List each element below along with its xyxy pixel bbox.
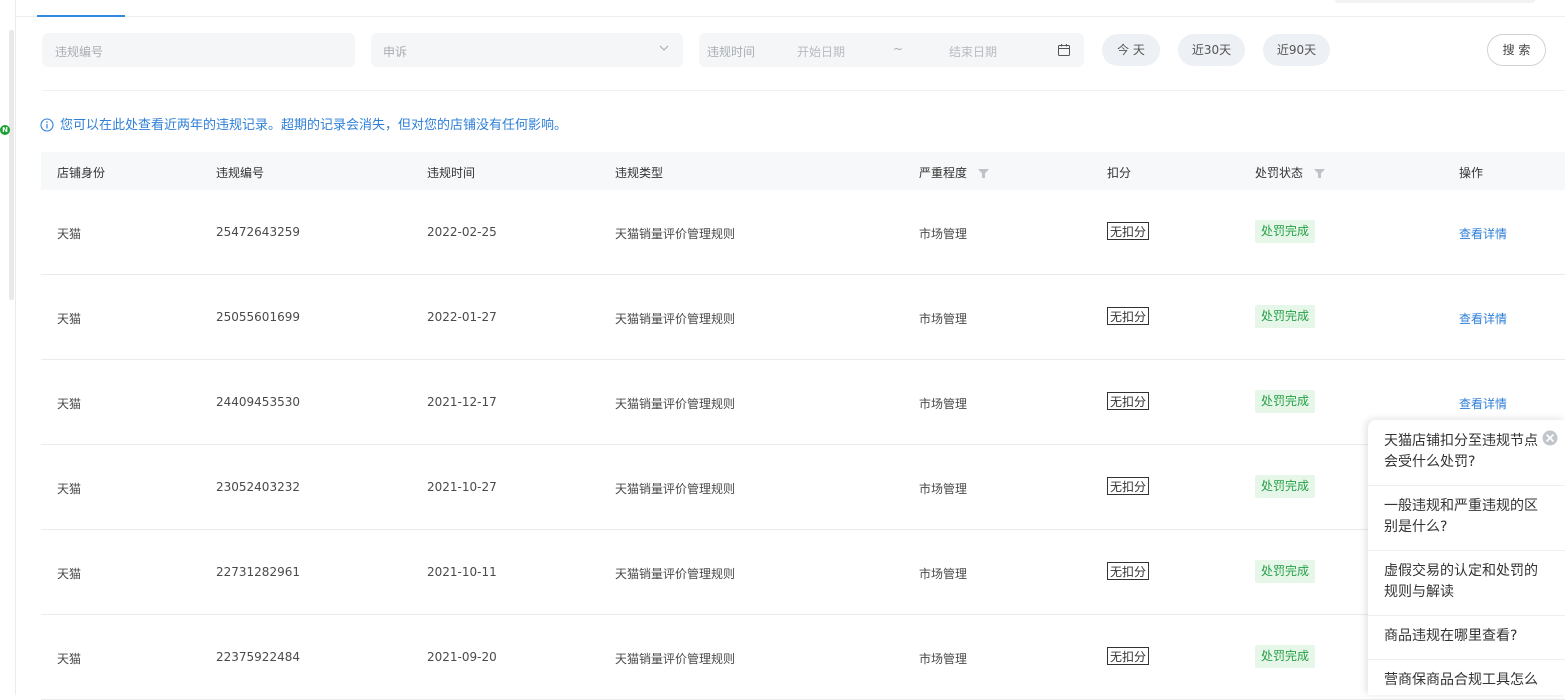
cell-code: 22375922484 (216, 650, 300, 664)
cell-severity: 市场管理 (919, 312, 968, 326)
view-detail-link[interactable]: 查看详情 (1459, 225, 1507, 242)
header-points: 扣分 (1107, 166, 1132, 180)
notice-text: 您可以在此处查看近两年的违规记录。超期的记录会消失，但对您的店铺没有任何影响。 (60, 118, 568, 133)
table-header: 店铺身份 违规编号 违规时间 违规类型 严重程度 扣分 处罚状态 操作 (41, 152, 1565, 190)
cell-identity: 天猫 (57, 312, 82, 326)
cell-identity: 天猫 (57, 397, 82, 411)
faq-panel: 天猫店铺扣分至违规节点会受什么处罚? 一般违规和严重违规的区别是什么? 虚假交易… (1368, 420, 1565, 695)
faq-item[interactable]: 虚假交易的认定和处罚的规则与解读 (1368, 551, 1565, 616)
cell-severity: 市场管理 (919, 652, 968, 666)
status-badge: 处罚完成 (1255, 390, 1316, 413)
cell-identity: 天猫 (57, 567, 82, 581)
cell-code: 23052403232 (216, 480, 300, 494)
header-type: 违规类型 (615, 166, 664, 180)
cell-type: 天猫销量评价管理规则 (615, 652, 736, 666)
cell-time: 2022-01-27 (427, 310, 497, 324)
cell-time: 2021-09-20 (427, 650, 497, 664)
cell-code: 24409453530 (216, 395, 300, 409)
top-right-panel-edge (1335, 0, 1535, 3)
violation-code-placeholder: 违规编号 (55, 45, 104, 59)
cell-type: 天猫销量评价管理规则 (615, 567, 736, 581)
info-notice: 您可以在此处查看近两年的违规记录。超期的记录会消失，但对您的店铺没有任何影响。 (40, 117, 567, 136)
info-icon (40, 118, 54, 132)
type-select-value: 申诉 (383, 45, 408, 59)
points-tag: 无扣分 (1107, 392, 1150, 410)
points-tag: 无扣分 (1107, 647, 1150, 665)
cell-severity: 市场管理 (919, 567, 968, 581)
status-badge: 处罚完成 (1255, 305, 1316, 328)
date-range-label: 违规时间 (707, 45, 756, 59)
cell-identity: 天猫 (57, 227, 82, 241)
table-row: 天猫 22731282961 2021-10-11 天猫销量评价管理规则 市场管… (41, 530, 1565, 615)
calendar-icon[interactable] (1057, 43, 1071, 57)
cell-time: 2021-10-27 (427, 480, 497, 494)
quick-90-days-button[interactable]: 近90天 (1263, 34, 1330, 66)
date-separator: ~ (893, 42, 904, 56)
end-date-input[interactable]: 结束日期 (949, 43, 997, 60)
table-row: 天猫 25472643259 2022-02-25 天猫销量评价管理规则 市场管… (41, 190, 1565, 275)
view-detail-link[interactable]: 查看详情 (1459, 395, 1507, 412)
table-row: 天猫 22375922484 2021-09-20 天猫销量评价管理规则 市场管… (41, 615, 1565, 700)
filter-divider (42, 90, 1565, 91)
faq-item[interactable]: 一般违规和严重违规的区别是什么? (1368, 486, 1565, 551)
points-tag: 无扣分 (1107, 562, 1150, 580)
cell-time: 2021-12-17 (427, 395, 497, 409)
header-identity: 店铺身份 (57, 166, 106, 180)
left-scrollbar[interactable] (9, 30, 14, 300)
table-row: 天猫 24409453530 2021-12-17 天猫销量评价管理规则 市场管… (41, 360, 1565, 445)
status-badge: 处罚完成 (1255, 220, 1316, 243)
faq-item[interactable]: 天猫店铺扣分至违规节点会受什么处罚? (1368, 420, 1565, 486)
chevron-down-icon (659, 45, 669, 51)
view-detail-link[interactable]: 查看详情 (1459, 310, 1507, 327)
header-code: 违规编号 (216, 166, 265, 180)
top-divider (15, 16, 1565, 17)
faq-item[interactable]: 商品违规在哪里查看? (1368, 616, 1565, 660)
header-severity: 严重程度 (919, 164, 989, 181)
header-status: 处罚状态 (1255, 164, 1325, 181)
header-time: 违规时间 (427, 166, 476, 180)
cell-type: 天猫销量评价管理规则 (615, 312, 736, 326)
cell-time: 2021-10-11 (427, 565, 497, 579)
violation-code-input[interactable]: 违规编号 (42, 33, 355, 67)
active-tab-indicator (37, 15, 125, 17)
header-action: 操作 (1459, 166, 1484, 180)
points-tag: 无扣分 (1107, 222, 1150, 240)
points-tag: 无扣分 (1107, 307, 1150, 325)
cell-severity: 市场管理 (919, 227, 968, 241)
cell-type: 天猫销量评价管理规则 (615, 227, 736, 241)
header-severity-label: 严重程度 (919, 166, 968, 180)
faq-item[interactable]: 营商保商品合规工具怎么 (1368, 660, 1565, 695)
cell-type: 天猫销量评价管理规则 (615, 397, 736, 411)
cell-severity: 市场管理 (919, 482, 968, 496)
header-status-label: 处罚状态 (1255, 166, 1304, 180)
new-badge: N (0, 125, 10, 135)
cell-code: 25055601699 (216, 310, 300, 324)
table-row: 天猫 23052403232 2021-10-27 天猫销量评价管理规则 市场管… (41, 445, 1565, 530)
cell-code: 22731282961 (216, 565, 300, 579)
cell-identity: 天猫 (57, 652, 82, 666)
filter-icon[interactable] (977, 169, 989, 178)
points-tag: 无扣分 (1107, 477, 1150, 495)
start-date-input[interactable]: 开始日期 (797, 43, 845, 60)
cell-code: 25472643259 (216, 225, 300, 239)
quick-30-days-button[interactable]: 近30天 (1178, 34, 1245, 66)
cell-severity: 市场管理 (919, 397, 968, 411)
status-badge: 处罚完成 (1255, 560, 1316, 583)
status-badge: 处罚完成 (1255, 475, 1316, 498)
table-row: 天猫 25055601699 2022-01-27 天猫销量评价管理规则 市场管… (41, 275, 1565, 360)
cell-identity: 天猫 (57, 482, 82, 496)
search-button[interactable]: 搜 索 (1487, 34, 1546, 66)
filter-icon[interactable] (1313, 169, 1325, 178)
cell-type: 天猫销量评价管理规则 (615, 482, 736, 496)
quick-today-button[interactable]: 今 天 (1102, 34, 1160, 66)
type-select[interactable]: 申诉 (371, 33, 683, 67)
cell-time: 2022-02-25 (427, 225, 497, 239)
close-icon[interactable] (1542, 430, 1558, 446)
violation-date-range[interactable]: 违规时间 开始日期 ~ 结束日期 (699, 33, 1084, 67)
status-badge: 处罚完成 (1255, 645, 1316, 668)
